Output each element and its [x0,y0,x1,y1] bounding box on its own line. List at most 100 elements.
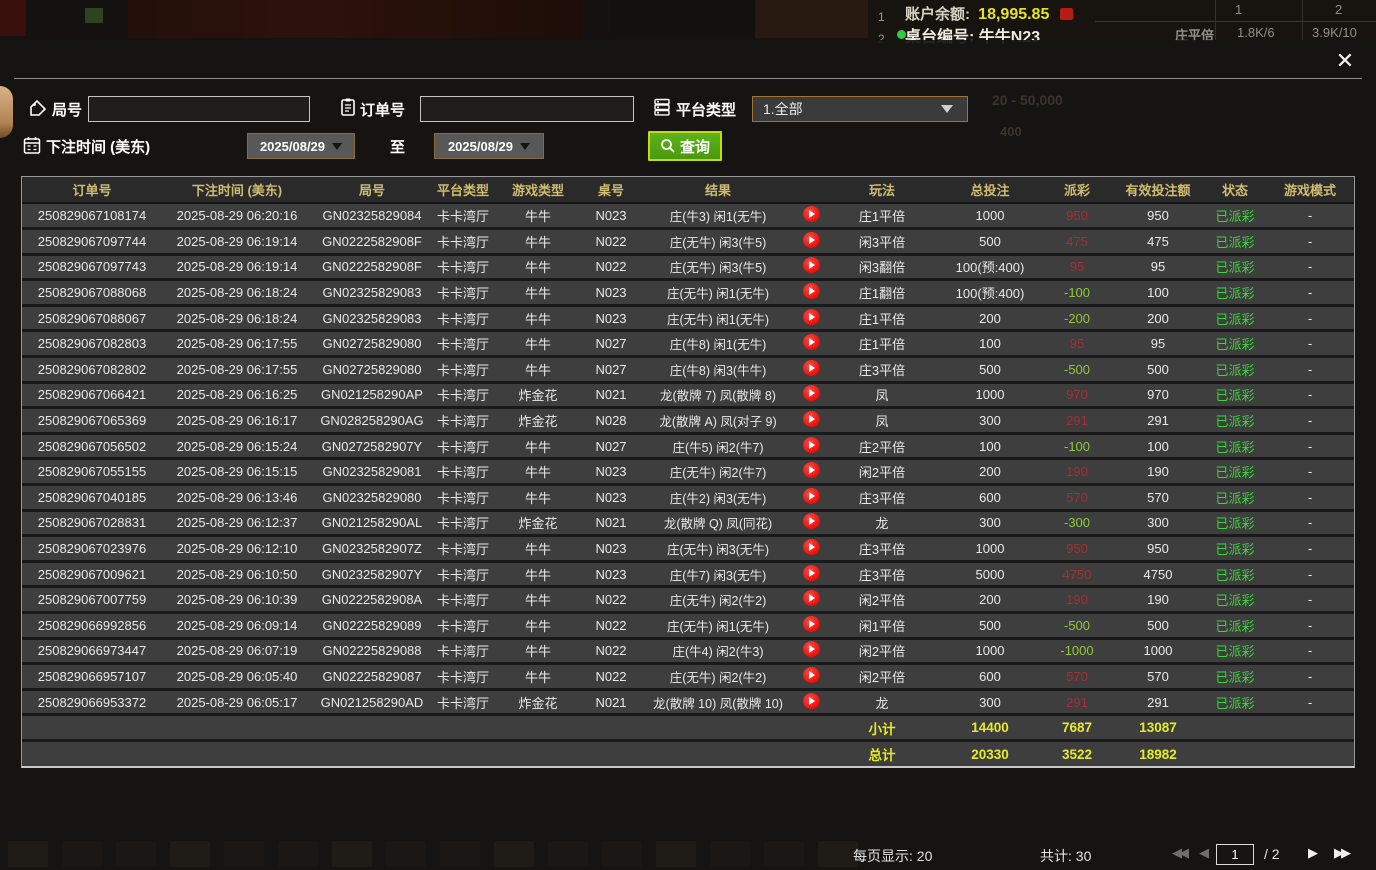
cell: 庄(无牛) 闲1(无牛) [640,280,796,306]
cell: 已派彩 [1204,357,1266,383]
play-button[interactable] [803,488,820,504]
cell: GN02725829080 [312,331,432,357]
cell: 2025-08-29 06:09:14 [162,613,312,639]
play-button[interactable] [803,513,820,529]
cell: 庄1平倍 [826,305,938,331]
table-row: 2508290670977432025-08-29 06:19:14GN0222… [22,254,1354,280]
cell: 250829067009621 [22,561,162,587]
cell: 已派彩 [1204,382,1266,408]
cell: N023 [582,459,640,485]
cell: N022 [582,638,640,664]
order-label: 订单号 [360,99,405,120]
play-button[interactable] [803,360,820,376]
prev-page-icon[interactable]: ◀ [1199,845,1209,861]
cell: 2025-08-29 06:19:14 [162,229,312,255]
play-button[interactable] [803,411,820,427]
play-button[interactable] [803,283,820,299]
play-button[interactable] [803,437,820,453]
cell: N023 [582,280,640,306]
subtotal-row: 小计 14400 7687 13087 [22,715,1354,741]
date-to-picker[interactable]: 2025/08/29 [434,133,544,159]
cell: - [1266,664,1354,690]
play-icon [809,543,815,551]
cell: 291 [1112,408,1204,434]
cell: - [1266,229,1354,255]
play-button[interactable] [803,539,820,555]
cell: 炸金花 [494,510,582,536]
cell: 570 [1042,664,1112,690]
last-page-icon[interactable]: ▶▶ [1334,845,1348,861]
total-payout: 3522 [1042,740,1112,766]
round-input[interactable] [88,96,310,122]
bet-column-header: 1 [1235,2,1242,17]
cell: 190 [1042,459,1112,485]
first-page-icon[interactable]: ◀◀ [1172,845,1186,861]
cell: 牛牛 [494,459,582,485]
play-icon [809,313,815,321]
cell: 250829066992856 [22,613,162,639]
cell: 已派彩 [1204,280,1266,306]
table-row: 2508290670077592025-08-29 06:10:39GN0222… [22,587,1354,613]
total-row: 总计 20330 3522 18982 [22,740,1354,766]
cell: 已派彩 [1204,433,1266,459]
search-button[interactable]: 查询 [648,131,722,161]
close-icon[interactable]: ✕ [1332,48,1358,74]
play-button[interactable] [803,385,820,401]
server-stack-icon [652,97,672,117]
table-row: 2508290669928562025-08-29 06:09:14GN0222… [22,613,1354,639]
cell: 闲3平倍 [826,229,938,255]
cell: 已派彩 [1204,613,1266,639]
play-button[interactable] [803,462,820,478]
platform-type-select[interactable]: 1.全部 [752,96,968,122]
play-button[interactable] [803,565,820,581]
play-icon [809,338,815,346]
cell: GN021258290AP [312,382,432,408]
table-row: 2508290669734472025-08-29 06:07:19GN0222… [22,638,1354,664]
cell: 已派彩 [1204,485,1266,511]
play-button[interactable] [803,667,820,683]
play-button[interactable] [803,232,820,248]
play-button[interactable] [803,206,820,222]
cell: 2025-08-29 06:10:50 [162,561,312,587]
subtotal-bet: 14400 [938,715,1042,741]
cell: 291 [1042,408,1112,434]
cell: 已派彩 [1204,510,1266,536]
cell: 牛牛 [494,587,582,613]
cell: 250829067082802 [22,357,162,383]
platform-type-value: 1.全部 [763,99,803,119]
play-button[interactable] [803,309,820,325]
play-button[interactable] [803,616,820,632]
account-balance: 账户余额: 18,995.85 [905,3,1073,24]
cell: - [1266,331,1354,357]
play-button[interactable] [803,590,820,606]
bg-blob [0,0,26,36]
cell: 300 [1112,510,1204,536]
date-from-picker[interactable]: 2025/08/29 [247,133,355,159]
account-balance-label: 账户余额: [905,6,970,23]
play-button[interactable] [803,257,820,273]
cell: 2025-08-29 06:20:16 [162,203,312,229]
page-number-input[interactable] [1216,844,1254,865]
total-bet: 20330 [938,740,1042,766]
play-button[interactable] [803,693,820,709]
cell: 2025-08-29 06:15:15 [162,459,312,485]
play-icon [809,441,815,449]
cell: N022 [582,664,640,690]
column-header: 下注时间 (美东) [162,177,312,203]
cell: 庄(牛8) 闲1(无牛) [640,331,796,357]
play-button[interactable] [803,334,820,350]
order-input[interactable] [420,96,634,122]
next-page-icon[interactable]: ▶ [1308,845,1318,861]
bet-history-modal: 20 - 50,000 400 ✕ 局号 订单号 平台类型 1.全部 下注时间 … [0,40,1376,870]
cell: 250829067088068 [22,280,162,306]
column-header: 结果 [640,177,796,203]
play-button[interactable] [803,641,820,657]
cell: 牛牛 [494,331,582,357]
column-header: 平台类型 [432,177,494,203]
cell: 950 [1112,203,1204,229]
total-label: 总计 [826,740,938,766]
cell: 250829067097744 [22,229,162,255]
cell: 牛牛 [494,305,582,331]
cell: GN0222582908A [312,587,432,613]
cell: 卡卡湾厅 [432,587,494,613]
